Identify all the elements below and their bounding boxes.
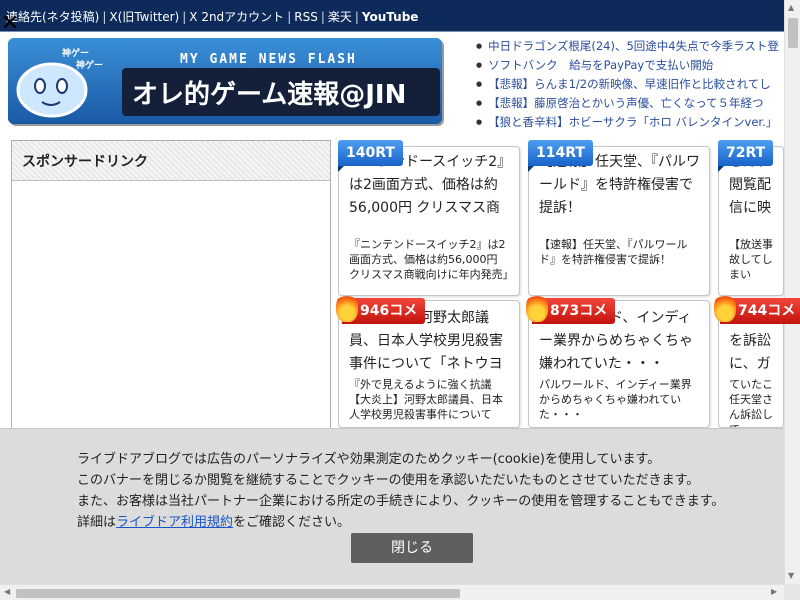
rt-count-badge: 140RT [338,140,403,172]
top-nav-links: 連絡先(ネタ投稿) | X(旧Twitter) | X 2ndアカウント | RSS | 楽天 |… [6,8,418,25]
card-excerpt: 【放送事故してしまい [729,237,775,282]
headline-item[interactable]: 【悲報】藤原啓治とかいう声優、亡くなって５年経つ [476,95,784,114]
card-excerpt: 『ニンテンドースイッチ2』は2画面方式、価格は約56,000円 クリスマス商戦向… [349,237,514,282]
nav-separator: | [320,10,325,24]
headline-text: ソフトバンク 給与をPayPayで支払い開始 [488,58,714,72]
scroll-up-arrow-icon[interactable]: ▲ [788,3,794,12]
nav-link-x-2nd[interactable]: X 2ndアカウント [189,10,284,24]
headline-item[interactable]: 【狼と香辛料】ホビーサクラ「ホロ バレンタインver.」 [476,114,784,133]
headline-text: 【悲報】らんま1/2の新映像、早速旧作と比較されてし [488,77,771,91]
site-banner[interactable]: 神ゲー 神ゲー MY GAME NEWS FLASH オレ的ゲーム速報@JIN [8,38,442,124]
nav-separator: | [182,10,187,24]
nav-link-youtube-label: YouTube [361,10,419,24]
nav-link-rakuten[interactable]: 楽天 [328,10,352,24]
scroll-right-arrow-icon[interactable]: ▶ [771,587,777,596]
nav-link-rss[interactable]: RSS [294,10,318,24]
scrollbar-corner [784,584,800,600]
sponsor-title: スポンサードリンク [12,141,330,181]
rt-count-badge: 114RT [528,140,593,172]
vertical-scroll-thumb[interactable] [788,18,798,48]
cookie-close-button[interactable]: 閉じる [351,533,473,563]
headline-item[interactable]: 【悲報】らんま1/2の新映像、早速旧作と比較されてし [476,76,784,95]
card-excerpt: ていたこ任天堂さん訴訟して [729,377,775,427]
comment-count-label: 744コメ [738,303,796,319]
nav-link-youtube[interactable]: YouTube [362,10,419,24]
card-excerpt: 『外で見えるように強く抗議【大炎上】河野太郎議員、日本人学校男児殺害事件について [349,377,511,422]
cookie-message: ライブドアブログでは広告のパーソナライズや効果測定のためクッキー(cookie)… [77,449,737,533]
headline-text: 中日ドラゴンズ根尾(24)、5回途中4失点で今季ラスト登 [488,39,779,53]
banner-tagline: MY GAME NEWS FLASH [180,52,357,67]
horizontal-scrollbar[interactable]: ◀ ▶ [0,584,784,600]
horizontal-scroll-thumb[interactable] [16,589,460,598]
terms-link[interactable]: ライブドア利用規約 [116,515,233,530]
flame-icon [336,292,358,322]
card-excerpt: パルワールド、インディー業界からめちゃくちゃ嫌われていた・・・ [539,377,701,422]
nav-separator: | [287,10,292,24]
comment-count-label: 873コメ [550,303,608,319]
comment-count-badge: 946コメ [336,292,426,324]
article-card[interactable]: ニンテンドースイッチ2』は2画面方式、価格は約56,000円 クリスマス商戦向け… [338,146,520,296]
nav-separator: | [102,10,107,24]
flame-icon [526,292,548,322]
cookie-text-line: ライブドアブログでは広告のパーソナライズや効果測定のためクッキー(cookie)… [77,452,661,467]
cookie-text-line: をご確認ください。 [233,515,351,530]
headline-list: 中日ドラゴンズ根尾(24)、5回途中4失点で今季ラスト登 ソフトバンク 給与をP… [476,38,784,133]
headline-item[interactable]: 中日ドラゴンズ根尾(24)、5回途中4失点で今季ラスト登 [476,38,784,57]
site-title: オレ的ゲーム速報@JIN [132,80,407,110]
vertical-scrollbar[interactable]: ▲ ▼ [784,0,800,584]
cookie-consent-banner: ライブドアブログでは広告のパーソナライズや効果測定のためクッキー(cookie)… [0,428,784,584]
cookie-text-line: このバナーを閉じるか閲覧を継続することでクッキーの使用を承認いただいたものとさせ… [77,473,700,488]
headline-item[interactable]: ソフトバンク 給与をPayPayで支払い開始 [476,57,784,76]
article-card[interactable]: さん、閲覧配信に映 【放送事故してしまい [718,146,784,296]
nav-link-contact[interactable]: 連絡先(ネタ投稿) [6,10,99,24]
rt-count-badge: 72RT [718,140,774,172]
card-excerpt: 【速報】任天堂、『パルワールド』を特許権侵害で提訴！ [539,237,701,267]
headline-text: 【悲報】藤原啓治とかいう声優、亡くなって５年経つ [488,96,764,110]
comment-count-badge: 744コメ [714,292,800,324]
scroll-down-arrow-icon[interactable]: ▼ [788,571,794,580]
svg-text:神ゲー: 神ゲー [62,47,89,59]
top-nav-bar: 連絡先(ネタ投稿) | X(旧Twitter) | X 2ndアカウント | RSS | 楽天 |… [0,0,784,32]
banner-title-box: オレ的ゲーム速報@JIN [122,68,440,116]
flame-icon [714,292,736,322]
comment-count-badge: 873コメ [526,292,616,324]
mascot-face-icon: 神ゲー 神ゲー [16,47,103,118]
comment-count-label: 946コメ [360,303,418,319]
close-icon[interactable]: ✕ [0,13,20,35]
svg-text:神ゲー: 神ゲー [76,59,103,71]
cookie-text-line: 詳細は [77,515,117,530]
cookie-text-line: また、お客様は当社パートナー企業における所定の手続きにより、クッキーの使用を管理… [77,494,725,509]
article-card[interactable]: 【速報】任天堂、『パルワールド』を特許権侵害で提訴！ 【速報】任天堂、『パルワー… [528,146,710,296]
sponsor-box: スポンサードリンク [11,140,331,440]
headline-text: 【狼と香辛料】ホビーサクラ「ホロ バレンタインver.」 [488,115,778,129]
scroll-left-arrow-icon[interactable]: ◀ [4,587,10,596]
nav-link-x[interactable]: X(旧Twitter) [109,10,179,24]
nav-separator: | [354,10,359,24]
